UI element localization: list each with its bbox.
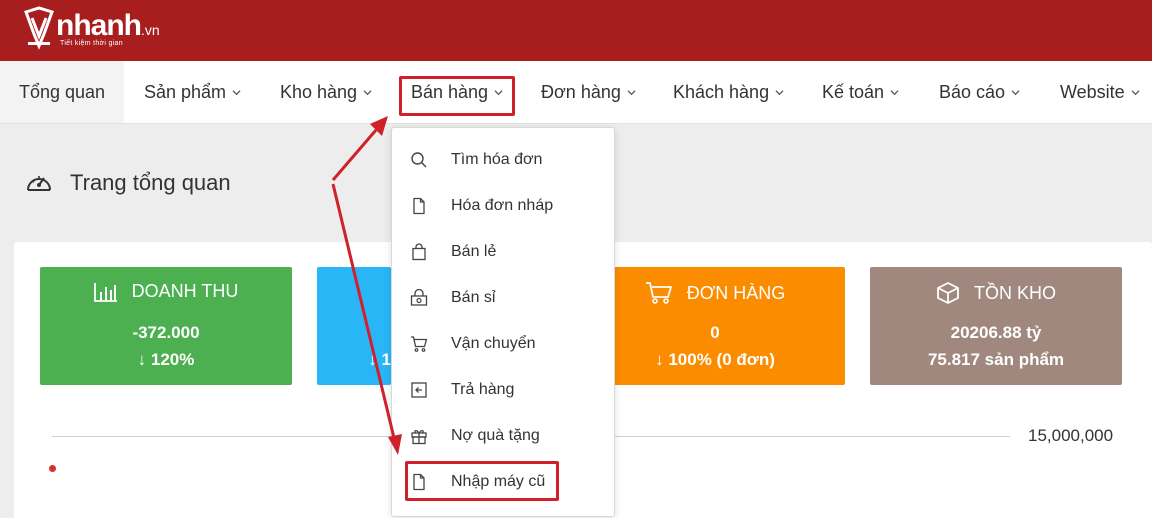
top-header: nhanh.vn Tiết kiệm thời gian xyxy=(0,0,1152,61)
cart-icon xyxy=(645,282,672,304)
chevron-down-icon xyxy=(1131,89,1140,95)
stat-change: ↓ 1 xyxy=(368,350,391,369)
nav-label: Sản phẩm xyxy=(144,81,227,102)
dropdown-item-van-chuyen[interactable]: Vận chuyển xyxy=(392,324,614,364)
chevron-down-icon xyxy=(232,89,241,95)
stat-change: ↓ 120% xyxy=(137,350,195,369)
nav-bao-cao[interactable]: Báo cáo xyxy=(939,61,1020,123)
dropdown-item-ban-le[interactable]: Bán lẻ xyxy=(392,232,614,272)
dropdown-item-hoa-don-nhap[interactable]: Hóa đơn nháp xyxy=(392,186,614,226)
page-heading: Trang tổng quan xyxy=(24,166,231,200)
page-title: Trang tổng quan xyxy=(70,170,231,195)
dropdown-item-no-qua-tang[interactable]: Nợ quà tặng xyxy=(392,416,614,456)
stat-ton-kho[interactable]: TỒN KHO 20206.88 tỷ 75.817 sản phẩm xyxy=(870,267,1122,385)
dropdown-item-label: Bán sỉ xyxy=(451,289,496,306)
chevron-down-icon xyxy=(363,89,372,95)
stat-header: ĐƠN HÀNG xyxy=(585,281,845,305)
highlight-box-ban-hang xyxy=(399,76,515,116)
main-nav: Tổng quan Sản phẩm Kho hàng Bán hàng Đơn… xyxy=(0,61,1152,124)
bar-chart-icon xyxy=(93,282,117,302)
gift-icon xyxy=(411,430,427,445)
nav-khach-hang[interactable]: Khách hàng xyxy=(673,61,784,123)
ban-hang-dropdown: Tìm hóa đơn Hóa đơn nháp Bán lẻ Bán sỉ V… xyxy=(391,127,615,517)
chevron-down-icon xyxy=(775,89,784,95)
nav-label: Đơn hàng xyxy=(541,81,621,102)
nav-ke-toan[interactable]: Kế toán xyxy=(822,61,899,123)
stat-title: DOANH THU xyxy=(131,281,239,301)
nav-don-hang[interactable]: Đơn hàng xyxy=(541,61,636,123)
logo-mark-icon xyxy=(24,6,54,50)
wholesale-icon xyxy=(410,289,428,306)
annotation-arrow-up xyxy=(331,129,378,181)
nav-label: Báo cáo xyxy=(939,81,1006,102)
stat-doanh-thu[interactable]: DOANH THU -372.000 ↓ 120% xyxy=(40,267,292,385)
stat-header: TỒN KHO xyxy=(870,281,1122,305)
stat-value: -372.000 xyxy=(132,323,200,342)
stat-change: ↓ 100% (0 đơn) xyxy=(655,350,775,369)
chart-axis-label: 15,000,000 xyxy=(1028,426,1114,445)
highlight-box-nhap-may-cu xyxy=(405,461,559,501)
stat-value: 0 xyxy=(710,323,720,342)
dropdown-item-label: Tìm hóa đơn xyxy=(451,151,543,168)
stat-title: ĐƠN HÀNG xyxy=(686,282,786,303)
brand-tagline: Tiết kiệm thời gian xyxy=(60,40,123,47)
dropdown-item-tra-hang[interactable]: Trả hàng xyxy=(392,370,614,410)
chevron-down-icon xyxy=(627,89,636,95)
dropdown-item-label: Trả hàng xyxy=(451,381,515,398)
stat-subvalue: 75.817 sản phẩm xyxy=(927,350,1065,369)
dropdown-item-label: Vận chuyển xyxy=(451,335,536,352)
nav-san-pham[interactable]: Sản phẩm xyxy=(144,61,241,123)
dropdown-item-label: Nợ quà tặng xyxy=(451,427,540,444)
nav-label: Kho hàng xyxy=(280,81,358,102)
dashboard-gauge-icon xyxy=(27,176,51,191)
dropdown-item-label: Hóa đơn nháp xyxy=(451,197,554,214)
brand-logo[interactable]: nhanh.vn Tiết kiệm thời gian xyxy=(22,6,160,54)
dropdown-item-tim-hoa-don[interactable]: Tìm hóa đơn xyxy=(392,140,614,180)
nav-website[interactable]: Website xyxy=(1060,61,1140,123)
shopping-bag-icon xyxy=(412,243,426,261)
dropdown-item-label: Bán lẻ xyxy=(451,243,497,260)
stat-don-hang[interactable]: ĐƠN HÀNG 0 ↓ 100% (0 đơn) xyxy=(615,267,845,385)
return-icon xyxy=(411,382,427,398)
chart-point xyxy=(49,465,56,472)
nav-label: Website xyxy=(1060,81,1125,102)
stat-tile-2[interactable]: ↓ 1 xyxy=(317,267,391,385)
chevron-down-icon xyxy=(1011,89,1020,95)
nav-tong-quan[interactable]: Tổng quan xyxy=(0,61,124,123)
chevron-down-icon xyxy=(890,89,899,95)
search-icon xyxy=(411,152,427,168)
nav-label: Tổng quan xyxy=(18,81,106,102)
file-icon xyxy=(413,197,425,215)
stat-header: DOANH THU xyxy=(40,281,292,302)
cart-icon xyxy=(411,336,428,352)
box-icon xyxy=(937,282,959,304)
nav-label: Khách hàng xyxy=(673,81,770,102)
stat-value: 20206.88 tỷ xyxy=(950,323,1042,342)
stat-title: TỒN KHO xyxy=(973,282,1056,303)
dropdown-item-ban-si[interactable]: Bán sỉ xyxy=(392,278,614,318)
nav-label: Kế toán xyxy=(822,81,885,102)
nav-kho-hang[interactable]: Kho hàng xyxy=(280,61,372,123)
